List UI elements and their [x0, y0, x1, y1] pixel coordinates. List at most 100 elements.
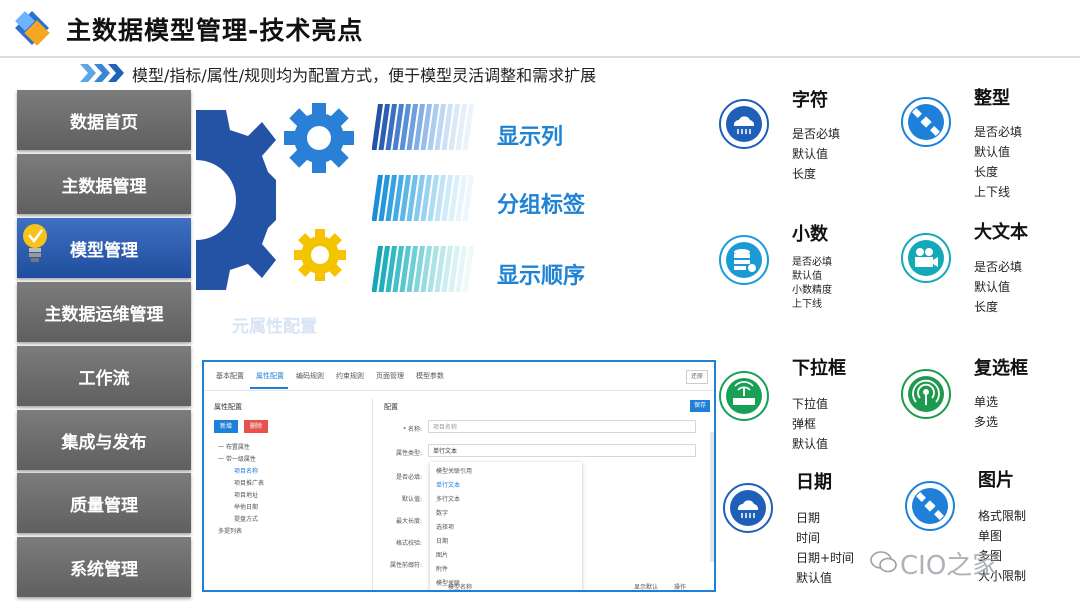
type-attribute: 长度	[974, 300, 999, 314]
attribute-type-dropdown: 模型关联引用 单行文本 多行文本 数字 选择项 日期 图片 附件 模型关联	[430, 462, 582, 590]
sidebar-item-data-home[interactable]: 数据首页	[17, 90, 191, 150]
type-attribute: 日期+时间	[796, 551, 855, 565]
type-attribute: 下拉值	[792, 397, 829, 411]
sidebar-item-label: 数据首页	[70, 112, 138, 133]
big-gear-icon	[196, 110, 276, 290]
tree-item[interactable]: 一 布置属性	[218, 442, 250, 451]
type-attribute: 默认值	[796, 571, 833, 585]
chevron-arrows-icon	[80, 64, 124, 82]
type-attribute: 小数精度	[792, 285, 832, 296]
cloud-icon	[723, 483, 773, 533]
gold-gear-icon	[294, 229, 346, 281]
tree-item[interactable]: 项目名称	[234, 466, 258, 475]
active-tab-indicator	[250, 387, 288, 389]
sidebar-item-integration[interactable]: 集成与发布	[17, 410, 191, 470]
field-label: * 名称:	[403, 426, 422, 433]
type-attributes: 下拉值 弹框 默认值	[792, 394, 828, 454]
tree-item[interactable]: 项目推广表	[234, 478, 264, 487]
dropdown-option[interactable]: 数字	[436, 508, 448, 517]
type-name: 日期	[796, 472, 832, 493]
attribute-type-select[interactable]: 单行文本	[428, 444, 696, 457]
sidebar-item-workflow[interactable]: 工作流	[17, 346, 191, 406]
type-attribute: 上下线	[792, 299, 822, 310]
field-label: 格式校验:	[395, 540, 422, 547]
type-attribute: 长度	[974, 165, 999, 179]
type-attribute: 单图	[978, 529, 1003, 543]
type-attribute: 是否必填	[974, 260, 1023, 274]
type-name: 图片	[978, 470, 1014, 491]
tree-item[interactable]: 项目地址	[234, 490, 258, 499]
footer-label: 操作	[674, 584, 687, 591]
sidebar-item-label: 主数据管理	[61, 176, 147, 197]
type-attribute: 是否必填	[974, 125, 1023, 139]
tab-code-rules[interactable]: 编码规则	[296, 371, 324, 381]
type-attributes: 单选 多选	[974, 392, 998, 432]
sidebar-item-label: 质量管理	[70, 495, 138, 516]
right-pane-title: 配置	[384, 403, 398, 411]
subtitle: 模型/指标/属性/规则均为配置方式，便于模型灵活调整和需求扩展	[132, 66, 597, 85]
sidebar-item-label: 集成与发布	[61, 432, 147, 453]
type-attribute: 单选	[974, 395, 999, 409]
tree-item[interactable]: 举他日期	[234, 502, 258, 511]
type-attribute: 格式限制	[978, 509, 1027, 523]
name-input[interactable]: 项目名称	[428, 420, 696, 433]
sidebar-item-ops-management[interactable]: 主数据运维管理	[17, 282, 191, 342]
type-attribute: 时间	[796, 531, 821, 545]
dropdown-option[interactable]: 多行文本	[436, 494, 460, 503]
dropdown-option[interactable]: 附件	[436, 564, 448, 573]
type-attribute: 长度	[792, 167, 817, 181]
type-attribute: 上下线	[974, 185, 1011, 199]
tab-model-params[interactable]: 模型参数	[416, 371, 444, 381]
meta-attribute-label: 元属性配置	[232, 317, 317, 337]
type-attribute: 默认值	[974, 145, 1011, 159]
scrollbar[interactable]	[710, 432, 714, 562]
feature-display-columns: 显示列	[497, 125, 564, 150]
type-attribute: 多选	[974, 415, 999, 429]
type-attribute: 是否必填	[792, 257, 832, 268]
tab-constraint-rules[interactable]: 约束规则	[336, 371, 364, 381]
dropdown-option[interactable]: 模型关联引用	[436, 466, 472, 475]
sidebar-item-label: 系统管理	[70, 559, 138, 580]
satellite-icon	[901, 97, 951, 147]
new-button[interactable]: 新增	[214, 420, 238, 433]
watermark: CIO之家	[900, 551, 999, 581]
dropdown-option[interactable]: 图片	[436, 550, 448, 559]
dropdown-option[interactable]: 选择项	[436, 522, 454, 531]
stripe-graphic	[372, 246, 474, 292]
router-icon	[719, 371, 769, 421]
tree-item[interactable]: 提盘方式	[234, 514, 258, 523]
field-label: 属性前缀符:	[389, 562, 422, 569]
dropdown-option[interactable]: 单行文本	[436, 480, 460, 489]
type-attributes: 是否必填 默认值 长度 上下线	[974, 122, 1022, 202]
sidebar-item-quality[interactable]: 质量管理	[17, 473, 191, 533]
stripe-graphic	[372, 175, 474, 221]
type-name: 字符	[792, 90, 828, 111]
reset-button[interactable]: 还原	[686, 370, 708, 384]
wechat-icon	[870, 551, 897, 573]
tab-basic-config[interactable]: 基本配置	[216, 371, 244, 381]
logo-icon	[15, 11, 50, 46]
tree-item[interactable]: 多提列表	[218, 526, 242, 535]
type-attributes: 日期 时间 日期+时间 默认值	[796, 508, 854, 588]
left-pane-title: 属性配置	[214, 403, 242, 411]
header-divider	[0, 56, 1080, 58]
sidebar-item-system[interactable]: 系统管理	[17, 537, 191, 597]
pane-divider	[372, 398, 373, 590]
cloud-icon	[719, 99, 769, 149]
tab-page-management[interactable]: 页面管理	[376, 371, 404, 381]
type-name: 大文本	[974, 222, 1028, 243]
type-name: 下拉框	[792, 358, 846, 379]
save-button[interactable]: 保存	[690, 400, 710, 412]
tab-attribute-config[interactable]: 属性配置	[256, 371, 284, 381]
tree-item[interactable]: 一 带一级属性	[218, 454, 256, 463]
field-label: 是否必填:	[395, 474, 422, 481]
delete-button[interactable]: 删除	[244, 420, 268, 433]
dropdown-option[interactable]: 日期	[436, 536, 448, 545]
sidebar-item-master-data[interactable]: 主数据管理	[17, 154, 191, 214]
type-name: 复选框	[974, 358, 1028, 379]
type-attribute: 日期	[796, 511, 821, 525]
sidebar-item-label: 工作流	[78, 368, 130, 389]
type-name: 整型	[974, 88, 1010, 109]
type-attribute: 弹框	[792, 417, 817, 431]
feature-display-order: 显示顺序	[497, 264, 586, 289]
